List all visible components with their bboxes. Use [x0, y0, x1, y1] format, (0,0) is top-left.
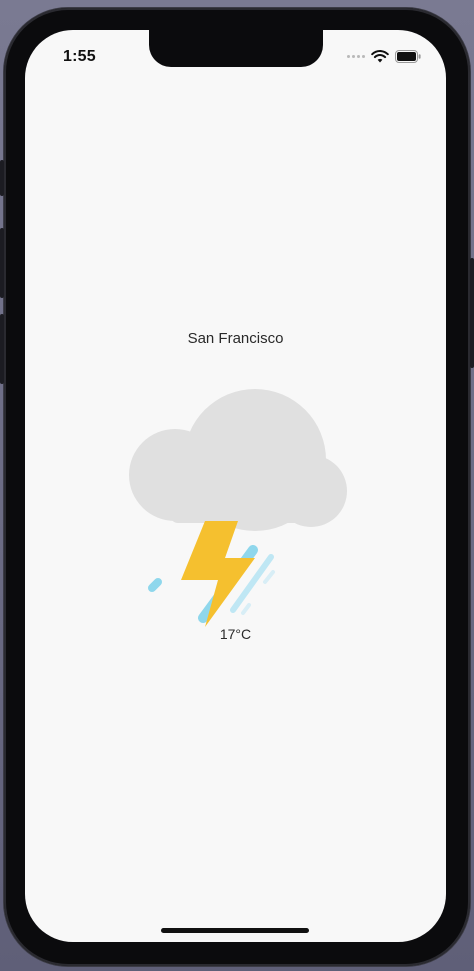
- battery-icon: [395, 50, 421, 63]
- wifi-icon: [371, 50, 389, 63]
- signal-dots-icon: [347, 55, 365, 58]
- notch: [149, 30, 323, 67]
- thunderstorm-rain-icon: [129, 389, 347, 627]
- status-time: 1:55: [63, 48, 96, 65]
- status-icons: [347, 50, 422, 63]
- temperature: 17°C: [219, 626, 252, 642]
- volume-up-button: [0, 228, 4, 298]
- cloud-shape: [129, 389, 347, 531]
- app-screen: 1:55 San Francisco 17°C: [25, 30, 446, 942]
- home-indicator[interactable]: [161, 928, 309, 933]
- city-name: San Francisco: [187, 330, 284, 347]
- mute-switch: [0, 160, 4, 196]
- power-button: [470, 258, 474, 368]
- volume-down-button: [0, 314, 4, 384]
